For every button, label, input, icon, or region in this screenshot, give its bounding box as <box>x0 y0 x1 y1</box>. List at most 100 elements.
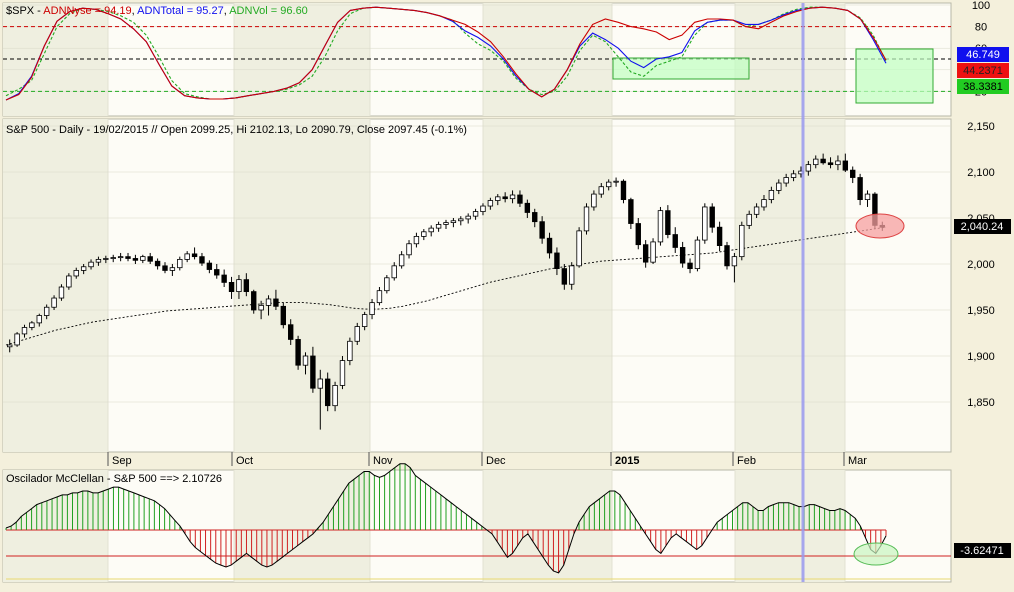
legend-adnnyse: ADNNyse = 94.19 <box>43 5 131 17</box>
month-band <box>234 470 370 582</box>
candle-body <box>58 286 65 299</box>
candle-body <box>73 270 79 277</box>
candle-body <box>199 256 205 264</box>
candle-body <box>369 302 375 316</box>
legend-adnvol: ADNVol = 96.60 <box>229 5 308 17</box>
candle-body <box>487 200 494 207</box>
candle-body <box>29 322 35 328</box>
price-y-tick: 1,900 <box>967 351 995 363</box>
oscillator-panel[interactable]: Oscilador McClellan - S&P 500 ==> 2.1072… <box>2 463 1011 583</box>
date-label: Dec <box>486 455 506 467</box>
candle-body <box>679 247 686 264</box>
candle-body <box>524 202 531 213</box>
candle-body <box>768 189 775 200</box>
date-label: Mar <box>848 455 867 467</box>
candle-body <box>805 164 812 172</box>
legend-adntotal: ADNTotal = 95.27 <box>137 5 224 17</box>
candle-body <box>709 206 715 228</box>
candle-body <box>265 298 272 306</box>
candle-body <box>43 306 50 316</box>
candle-body <box>398 254 405 267</box>
candle-body <box>324 378 331 407</box>
candle-body <box>569 265 575 285</box>
candle-body <box>310 355 316 389</box>
candle-body <box>154 260 161 267</box>
candle-body <box>635 223 641 246</box>
breadth-y-tick: 100 <box>972 0 990 12</box>
candle-body <box>110 257 116 259</box>
candle-body <box>36 315 42 324</box>
badge-red: 44.2371 <box>963 65 1003 77</box>
candle-body <box>672 234 678 248</box>
candle-body <box>472 211 479 217</box>
candle-body <box>288 324 294 340</box>
candle-body <box>546 237 553 254</box>
price-panel-header: S&P 500 - Daily - 19/02/2015 // Open 209… <box>6 124 467 136</box>
candle-body <box>724 245 730 267</box>
candle-body <box>820 158 826 164</box>
candle-body <box>361 314 368 327</box>
date-label: Sep <box>112 455 132 467</box>
candle-body <box>295 339 301 366</box>
candle-body <box>95 258 102 263</box>
candle-body <box>598 186 604 195</box>
candle-body <box>753 206 760 215</box>
candle-body <box>258 304 264 311</box>
price-badge: 2,040.24 <box>961 221 1004 233</box>
candle-body <box>857 177 863 201</box>
date-label: Nov <box>373 455 393 467</box>
candle-body <box>7 344 13 348</box>
price-y-tick: 2,150 <box>967 121 995 133</box>
candle-body <box>591 193 597 208</box>
candle-body <box>561 268 568 285</box>
candle-body <box>576 230 582 267</box>
candle-body <box>790 173 797 178</box>
price-panel[interactable]: S&P 500 - Daily - 19/02/2015 // Open 209… <box>2 118 1011 467</box>
candle-body <box>317 378 323 389</box>
chart-canvas: $SPX - ADNNyse = 94.19, ADNTotal = 95.27… <box>0 0 1014 587</box>
candle-body <box>813 158 819 166</box>
candle-body <box>435 224 442 229</box>
candle-body <box>88 261 94 268</box>
candle-body <box>413 235 420 245</box>
candle-body <box>332 385 338 407</box>
candle-body <box>509 194 516 200</box>
candle-body <box>51 297 57 308</box>
month-band <box>3 470 108 582</box>
badge-green: 38.3381 <box>963 81 1003 93</box>
badge-blue: 46.749 <box>966 49 1000 61</box>
candle-body <box>665 210 671 235</box>
breadth-y-tick: 80 <box>975 22 987 34</box>
oscillator-panel-header: Oscilador McClellan - S&P 500 ==> 2.1072… <box>6 473 222 485</box>
candle-body <box>620 180 627 200</box>
candle-body <box>214 269 220 276</box>
oscillator-badge: -3.62471 <box>960 545 1003 557</box>
candle-body <box>184 253 190 260</box>
candle-body <box>406 243 412 256</box>
candle-body <box>502 196 508 200</box>
price-y-tick: 2,000 <box>967 259 995 271</box>
candle-body <box>384 277 390 292</box>
candle-body <box>228 281 235 292</box>
candle-body <box>132 258 139 261</box>
candle-body <box>480 205 486 212</box>
candle-body <box>243 279 250 293</box>
candle-body <box>613 180 619 183</box>
candle-body <box>761 199 767 208</box>
candle-body <box>694 239 701 270</box>
candle-body <box>776 182 782 191</box>
candle-body <box>746 213 752 226</box>
breadth-panel[interactable]: $SPX - ADNNyse = 94.19, ADNTotal = 95.27… <box>2 0 1009 117</box>
month-band <box>483 470 612 582</box>
candle-body <box>103 258 109 260</box>
candle-body <box>539 221 545 239</box>
candle-body <box>354 326 360 342</box>
candle-body <box>517 194 523 204</box>
oscillator-highlight-oval <box>853 542 899 566</box>
candle-body <box>391 265 397 279</box>
candle-body <box>731 256 738 267</box>
breadth-highlight-box-right <box>855 48 934 104</box>
candle-body <box>14 333 20 346</box>
candle-body <box>864 193 871 201</box>
candle-body <box>850 169 856 178</box>
